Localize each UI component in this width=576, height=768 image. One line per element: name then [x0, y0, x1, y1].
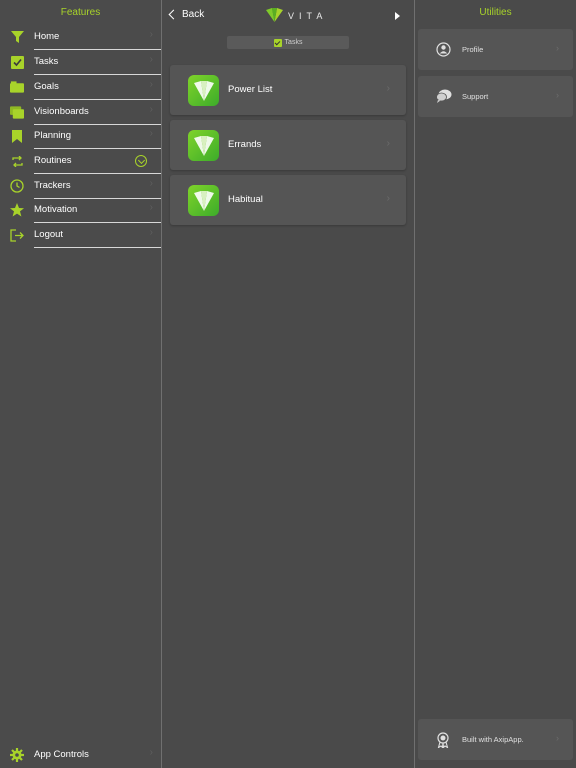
- task-list-card[interactable]: Errands ›: [170, 120, 406, 170]
- sidebar-item-logout[interactable]: Logout ›: [0, 223, 161, 248]
- bookmark-icon: [10, 129, 24, 143]
- chevron-left-icon: [168, 9, 179, 20]
- chevron-right-icon: ›: [556, 733, 559, 743]
- chevron-down-circle-icon[interactable]: [135, 155, 147, 167]
- chevron-right-icon: ›: [149, 178, 153, 189]
- features-title: Features: [60, 7, 101, 18]
- built-with-footer[interactable]: Built with AxipApp. ›: [418, 719, 573, 760]
- app-controls-item[interactable]: App Controls ›: [0, 743, 161, 768]
- card-label: Errands: [228, 139, 262, 150]
- vita-app-icon: [188, 130, 219, 161]
- top-bar: Back VITA: [162, 0, 414, 32]
- features-panel: Features Home › Tasks › Goals › Visionbo…: [0, 0, 161, 768]
- task-list-card[interactable]: Habitual ›: [170, 175, 406, 225]
- chevron-right-icon: ›: [386, 83, 390, 94]
- sidebar-item-label: Goals: [34, 81, 59, 92]
- chevron-right-icon: ›: [149, 128, 153, 139]
- utility-label: Support: [462, 92, 489, 101]
- sidebar-item-home[interactable]: Home ›: [0, 25, 161, 50]
- funnel-icon: [10, 30, 24, 44]
- vita-app-icon: [188, 75, 219, 106]
- chevron-right-icon: ›: [149, 747, 153, 758]
- chevron-right-icon: ›: [149, 29, 153, 40]
- vita-app-icon: [188, 185, 219, 216]
- section-tag-label: Tasks: [284, 39, 303, 46]
- sidebar-item-tasks[interactable]: Tasks ›: [0, 50, 161, 75]
- award-icon: [436, 732, 451, 749]
- sidebar-item-motivation[interactable]: Motivation ›: [0, 198, 161, 223]
- task-list-card[interactable]: Power List ›: [170, 65, 406, 115]
- divider: [34, 247, 161, 248]
- section-tag: Tasks: [227, 36, 349, 49]
- chevron-right-icon: ›: [556, 43, 559, 53]
- chevron-right-icon: ›: [556, 90, 559, 100]
- utility-item-support[interactable]: Support ›: [418, 76, 573, 117]
- sidebar-item-label: Tasks: [34, 56, 59, 67]
- back-label: Back: [182, 9, 205, 20]
- sidebar-item-label: Trackers: [34, 180, 71, 191]
- brand-name: VITA: [288, 11, 328, 21]
- sidebar-item-label: Routines: [34, 155, 72, 166]
- chat-icon: [436, 89, 452, 104]
- chevron-right-icon: ›: [149, 227, 153, 238]
- gear-icon: [10, 748, 24, 762]
- stacked-folders-icon: [10, 105, 24, 119]
- back-button[interactable]: Back: [168, 9, 204, 20]
- logout-icon: [10, 228, 24, 242]
- chevron-right-icon: ›: [149, 79, 153, 90]
- sidebar-item-label: Motivation: [34, 204, 78, 215]
- chevron-right-icon: ›: [386, 193, 390, 204]
- utility-label: Profile: [462, 45, 484, 54]
- chevron-right-icon: ›: [149, 54, 153, 65]
- footer-label: Built with AxipApp.: [462, 735, 524, 744]
- folder-icon: [10, 80, 24, 94]
- card-label: Habitual: [228, 194, 263, 205]
- user-icon: [436, 42, 451, 57]
- main-panel: Back VITA Tasks Power List › Errands › H…: [162, 0, 414, 768]
- repeat-icon: [10, 154, 24, 168]
- sidebar-item-label: Home: [34, 31, 60, 42]
- sidebar-item-label: Logout: [34, 229, 64, 240]
- sidebar-item-label: Planning: [34, 130, 71, 141]
- utilities-title: Utilities: [479, 7, 512, 18]
- sidebar-item-goals[interactable]: Goals ›: [0, 75, 161, 100]
- sidebar-item-trackers[interactable]: Trackers ›: [0, 174, 161, 199]
- star-icon: [10, 203, 24, 217]
- chevron-right-icon: ›: [149, 104, 153, 115]
- vita-logo-icon: [266, 8, 283, 27]
- sidebar-item-planning[interactable]: Planning ›: [0, 124, 161, 149]
- chevron-right-icon: ›: [386, 138, 390, 149]
- card-label: Power List: [228, 84, 273, 95]
- forward-arrow-icon[interactable]: [395, 12, 400, 20]
- utility-item-profile[interactable]: Profile ›: [418, 29, 573, 70]
- timer-icon: [10, 179, 24, 193]
- checkbox-icon: [10, 55, 24, 69]
- chevron-right-icon: ›: [149, 202, 153, 213]
- checkbox-icon: [273, 38, 282, 47]
- app-controls-label: App Controls: [34, 749, 89, 760]
- utilities-panel: Utilities Profile › Support › Built with…: [415, 0, 576, 768]
- sidebar-item-label: Visionboards: [34, 106, 89, 117]
- sidebar-item-routines[interactable]: Routines: [0, 149, 161, 174]
- sidebar-item-visionboards[interactable]: Visionboards ›: [0, 100, 161, 125]
